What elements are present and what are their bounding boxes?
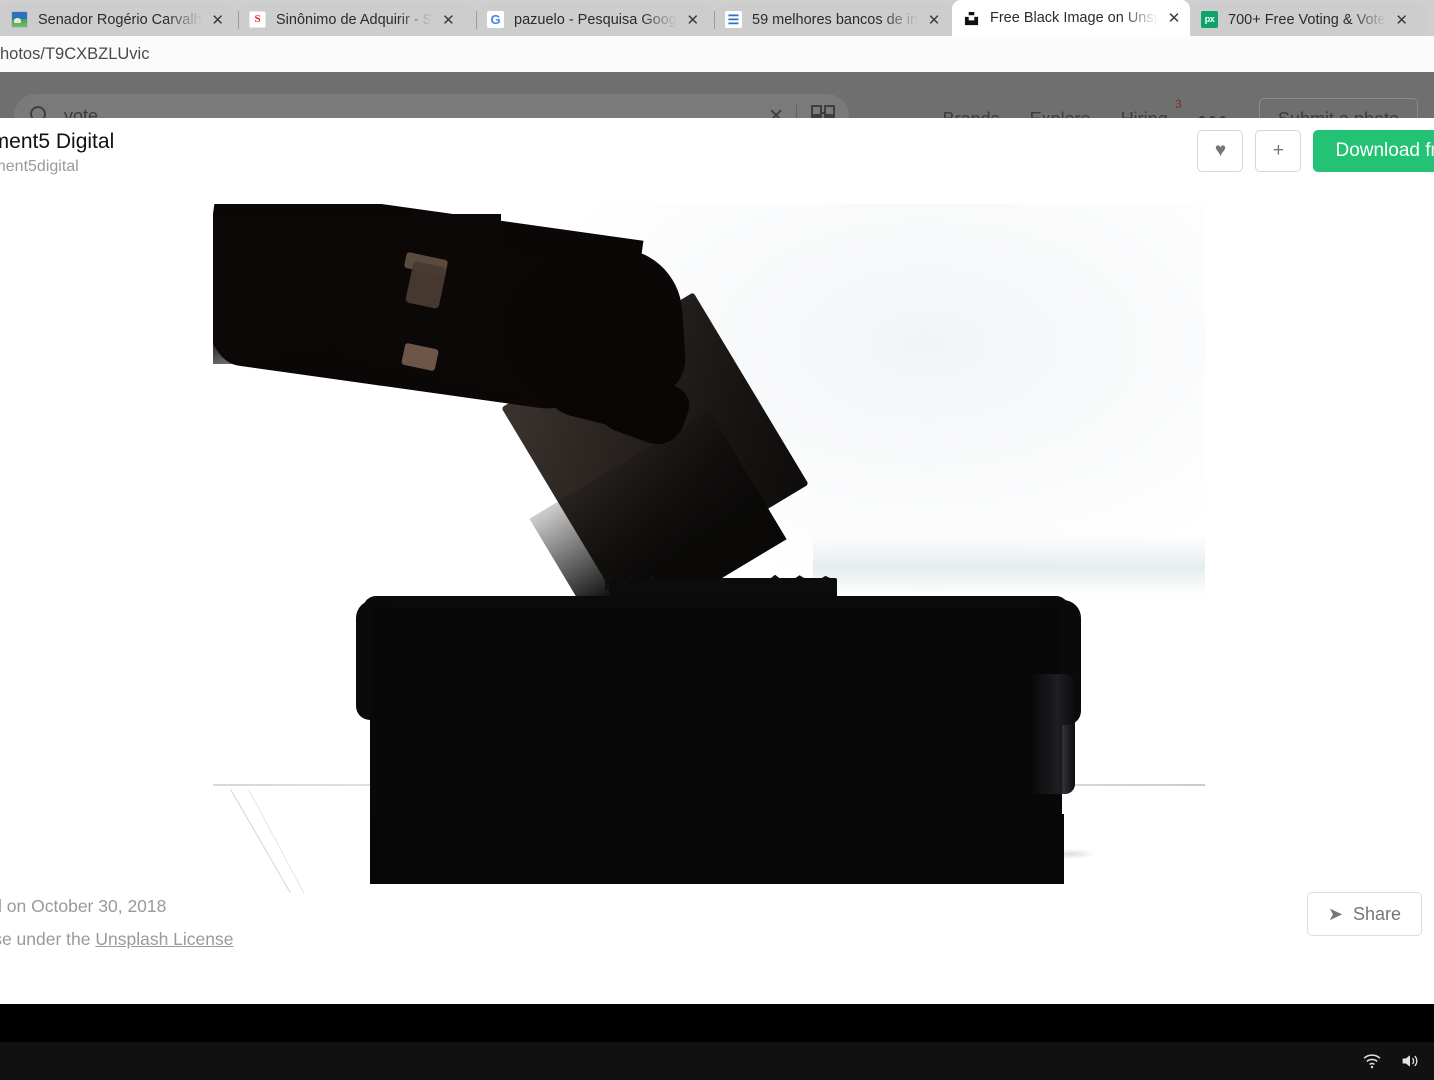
heart-icon: ♥ [1214, 140, 1227, 161]
add-to-collection-button[interactable]: + [1255, 130, 1302, 172]
system-taskbar [0, 1042, 1434, 1080]
tab-title: Senador Rogério Carvalh [38, 11, 202, 28]
tab-title: 59 melhores bancos de in [752, 11, 919, 28]
tab-separator [238, 11, 239, 29]
url-text: hotos/T9CXBZLUvic [0, 44, 150, 63]
desktop-background [0, 1004, 1434, 1042]
tab-close-button[interactable]: ✕ [681, 8, 705, 32]
photo-background-band [813, 534, 1205, 596]
share-arrow-icon: ➤ [1327, 903, 1343, 924]
tab-separator [476, 11, 477, 29]
tab-title: Sinônimo de Adquirir - S [276, 11, 433, 28]
like-button[interactable]: ♥ [1197, 130, 1244, 172]
tab-close-button[interactable]: ✕ [436, 8, 460, 32]
browser-tab[interactable]: ☰ 59 melhores bancos de in ✕ [714, 3, 952, 36]
ballot-box-shading [1031, 674, 1075, 794]
tab-separator [714, 11, 715, 29]
pexels-icon: px [1201, 11, 1218, 28]
license-line: to use under the Unsplash License [0, 923, 234, 956]
wifi-icon[interactable] [1360, 1049, 1384, 1073]
volume-icon[interactable] [1398, 1049, 1422, 1073]
site-header: vote ✕ Brands Explore Hiring 3 ••• Submi… [0, 72, 1434, 122]
browser-tab[interactable]: Senador Rogério Carvalh ✕ [0, 3, 238, 36]
document-icon: ☰ [725, 11, 742, 28]
unsplash-icon [963, 9, 980, 27]
arm-edge-soft [213, 204, 733, 444]
share-button[interactable]: ➤ Share [1306, 892, 1422, 936]
browser-tab[interactable]: S Sinônimo de Adquirir - S ✕ [238, 3, 476, 36]
hiring-badge: 3 [1175, 97, 1182, 111]
published-date: shed on October 30, 2018 [0, 896, 167, 916]
license-prefix: to use under the [0, 929, 91, 949]
image-thumbnail-icon [11, 11, 28, 28]
tab-close-button[interactable]: ✕ [1162, 6, 1186, 30]
download-free-button[interactable]: Download free [1313, 130, 1434, 172]
tab-title: 700+ Free Voting & Vote [1228, 11, 1386, 28]
plus-icon: + [1272, 140, 1285, 161]
tab-close-button[interactable]: ✕ [206, 8, 230, 32]
unsplash-license-link[interactable]: Unsplash License [95, 929, 233, 949]
download-label: Download free [1335, 140, 1434, 161]
tab-title: Free Black Image on Unsp [990, 10, 1158, 26]
ballot-box-base [370, 814, 1064, 884]
photo-bottom-actions: ➤ Share i [1306, 892, 1434, 936]
browser-tab-active[interactable]: Free Black Image on Unsp ✕ [952, 0, 1190, 36]
letter-s-icon: S [249, 11, 266, 28]
browser-tab[interactable]: px 700+ Free Voting & Vote ✕ [1190, 3, 1428, 36]
photo-overlay-modal: ement5 Digital lement5digital ♥ + Downlo… [0, 118, 1434, 1004]
photo-meta: shed on October 30, 2018 to use under th… [0, 890, 234, 956]
author-name: ement5 Digital [0, 130, 115, 153]
photo-image[interactable] [213, 204, 1205, 981]
photo-topbar: ement5 Digital lement5digital ♥ + Downlo… [0, 118, 1434, 188]
google-icon: G [487, 11, 504, 28]
author-handle: lement5digital [0, 158, 79, 175]
share-label: Share [1352, 903, 1401, 924]
tab-close-button[interactable]: ✕ [922, 8, 946, 32]
browser-tab[interactable]: G pazuelo - Pesquisa Goog ✕ [476, 3, 714, 36]
author-block[interactable]: ement5 Digital lement5digital [0, 128, 114, 178]
photo-actions: ♥ + Download free [1197, 130, 1434, 172]
tab-title: pazuelo - Pesquisa Goog [514, 11, 677, 28]
browser-tab-strip: Senador Rogério Carvalh ✕ S Sinônimo de … [0, 0, 1434, 36]
tab-close-button[interactable]: ✕ [1390, 8, 1414, 32]
browser-url-bar[interactable]: hotos/T9CXBZLUvic [0, 36, 1434, 72]
